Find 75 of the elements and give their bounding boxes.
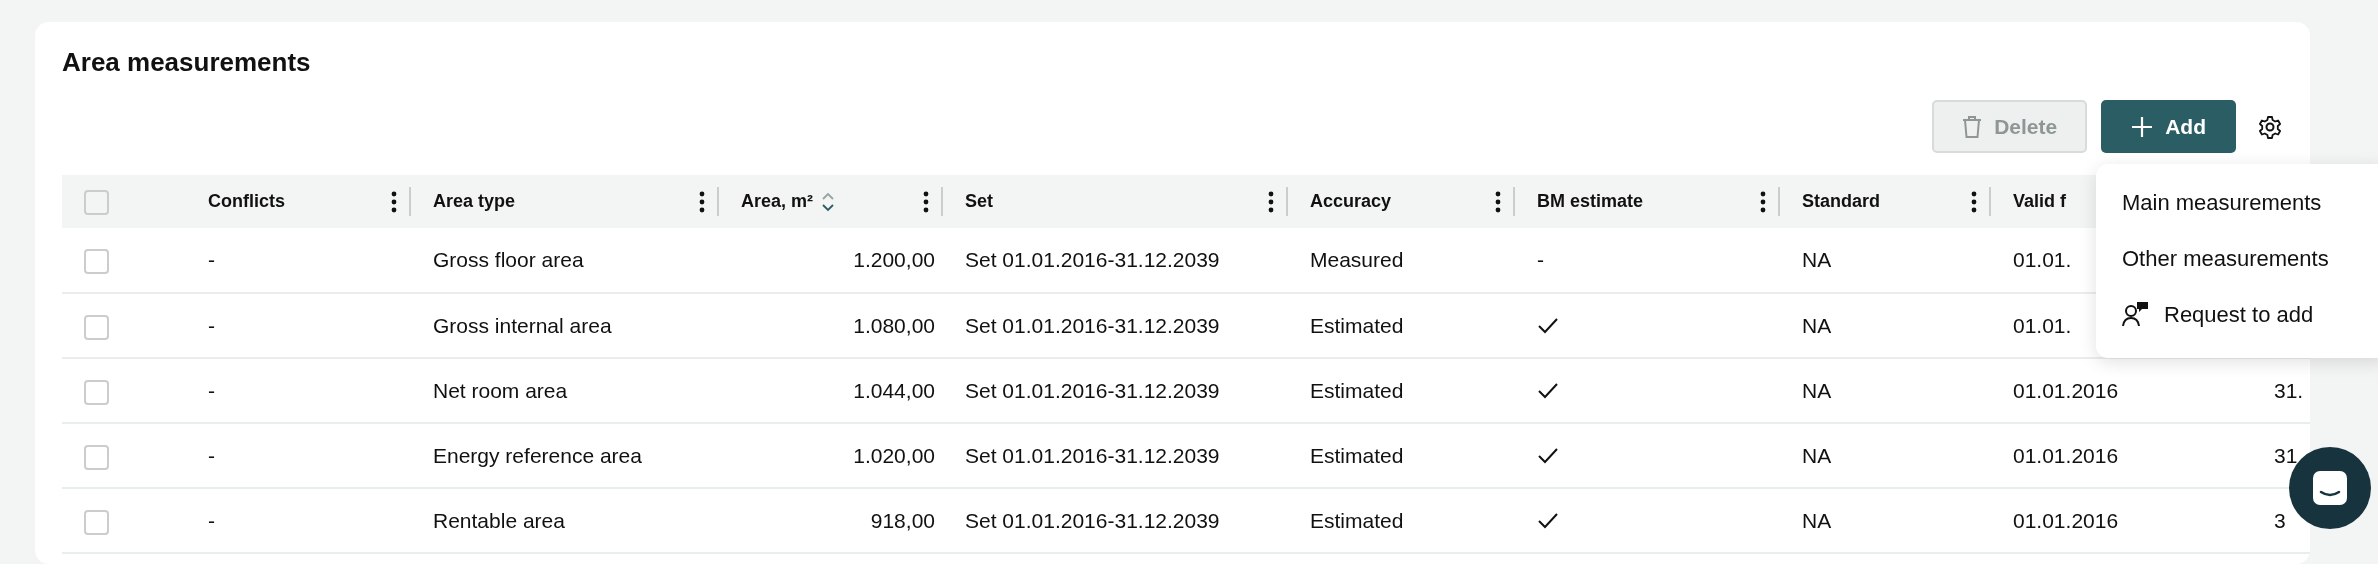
settings-icon (2258, 114, 2282, 139)
table-cell: 1.200,00 (853, 248, 935, 272)
table-cell: - (1537, 248, 1544, 272)
table-cell: Measured (1310, 248, 1404, 272)
table-cell: Net room area (433, 378, 568, 402)
table-cell: Estimated (1310, 508, 1404, 532)
table-cell: Set 01.01.2016-31.12.2039 (965, 378, 1220, 402)
table-cell: 1.044,00 (853, 378, 935, 402)
check-icon (1537, 511, 1559, 530)
table-cell: 1.080,00 (853, 313, 935, 337)
kebab-icon (1971, 190, 1977, 213)
table-cell: 3 (2274, 508, 2286, 532)
menu-item[interactable]: Main measurements (2096, 174, 2378, 230)
table-cell: Set 01.01.2016-31.12.2039 (965, 508, 1220, 532)
row-checkbox[interactable] (84, 509, 109, 535)
kebab-icon (1268, 190, 1274, 213)
table-cell: NA (1802, 443, 1832, 467)
check-icon (1537, 316, 1559, 335)
table-cell: 1.020,00 (853, 443, 935, 467)
table-cell: Estimated (1310, 313, 1404, 337)
kebab-icon (699, 190, 705, 213)
table-cell: NA (1802, 313, 1832, 337)
table-cell: 01.01. (2013, 248, 2072, 272)
table-cell: - (208, 508, 215, 532)
column-header[interactable]: Area, m² (719, 175, 943, 228)
table-cell: Gross internal area (433, 313, 612, 337)
table-cell: 31. (2274, 378, 2304, 402)
menu-item[interactable]: Other measurements (2096, 230, 2378, 286)
kebab-icon (923, 190, 929, 213)
column-header[interactable]: Accuracy (1288, 175, 1515, 228)
table-cell: Set 01.01.2016-31.12.2039 (965, 313, 1220, 337)
select-all-checkbox[interactable] (84, 189, 109, 215)
table-cell: 01.01.2016 (2013, 508, 2119, 532)
row-checkbox[interactable] (84, 314, 109, 340)
sort-icon (821, 191, 836, 212)
menu-item[interactable]: Request to add (2096, 286, 2378, 342)
table-cell: 01.01.2016 (2013, 378, 2119, 402)
column-header[interactable]: Standard (1780, 175, 1991, 228)
column-header[interactable]: BM estimate (1515, 175, 1780, 228)
table-cell: NA (1802, 508, 1832, 532)
table-cell: NA (1802, 378, 1832, 402)
table-cell: - (208, 248, 215, 272)
table-cell: Estimated (1310, 443, 1404, 467)
chat-icon (2310, 468, 2350, 508)
table-cell: 01.01. (2013, 313, 2072, 337)
column-header[interactable]: Set (943, 175, 1288, 228)
kebab-icon (391, 190, 397, 213)
table-cell: - (208, 443, 215, 467)
kebab-icon (1760, 190, 1766, 213)
plus-icon (2131, 115, 2154, 138)
table-cell: Set 01.01.2016-31.12.2039 (965, 248, 1220, 272)
kebab-icon (1495, 190, 1501, 213)
table-cell: NA (1802, 248, 1832, 272)
table-cell: 31 (2274, 443, 2298, 467)
row-checkbox[interactable] (84, 379, 109, 405)
check-icon (1537, 446, 1559, 465)
settings-button[interactable] (2258, 114, 2282, 139)
table-cell: Gross floor area (433, 248, 584, 272)
table-cell: 01.01.2016 (2013, 443, 2119, 467)
table-cell: Set 01.01.2016-31.12.2039 (965, 443, 1220, 467)
table-cell: Energy reference area (433, 443, 642, 467)
column-header[interactable]: Area type (411, 175, 719, 228)
row-checkbox[interactable] (84, 444, 109, 470)
trash-icon (1962, 114, 1983, 139)
check-icon (1537, 381, 1559, 400)
table-cell: Rentable area (433, 508, 565, 532)
table-cell: - (208, 313, 215, 337)
row-checkbox[interactable] (84, 249, 109, 275)
add-button[interactable]: Add (2101, 100, 2236, 153)
table-cell: - (208, 378, 215, 402)
person-speech-icon (2122, 301, 2150, 327)
table-cell: 918,00 (870, 508, 935, 532)
section-title: Area measurements (62, 46, 312, 78)
column-header[interactable]: Conflicts (186, 175, 411, 228)
table-cell: Estimated (1310, 378, 1404, 402)
